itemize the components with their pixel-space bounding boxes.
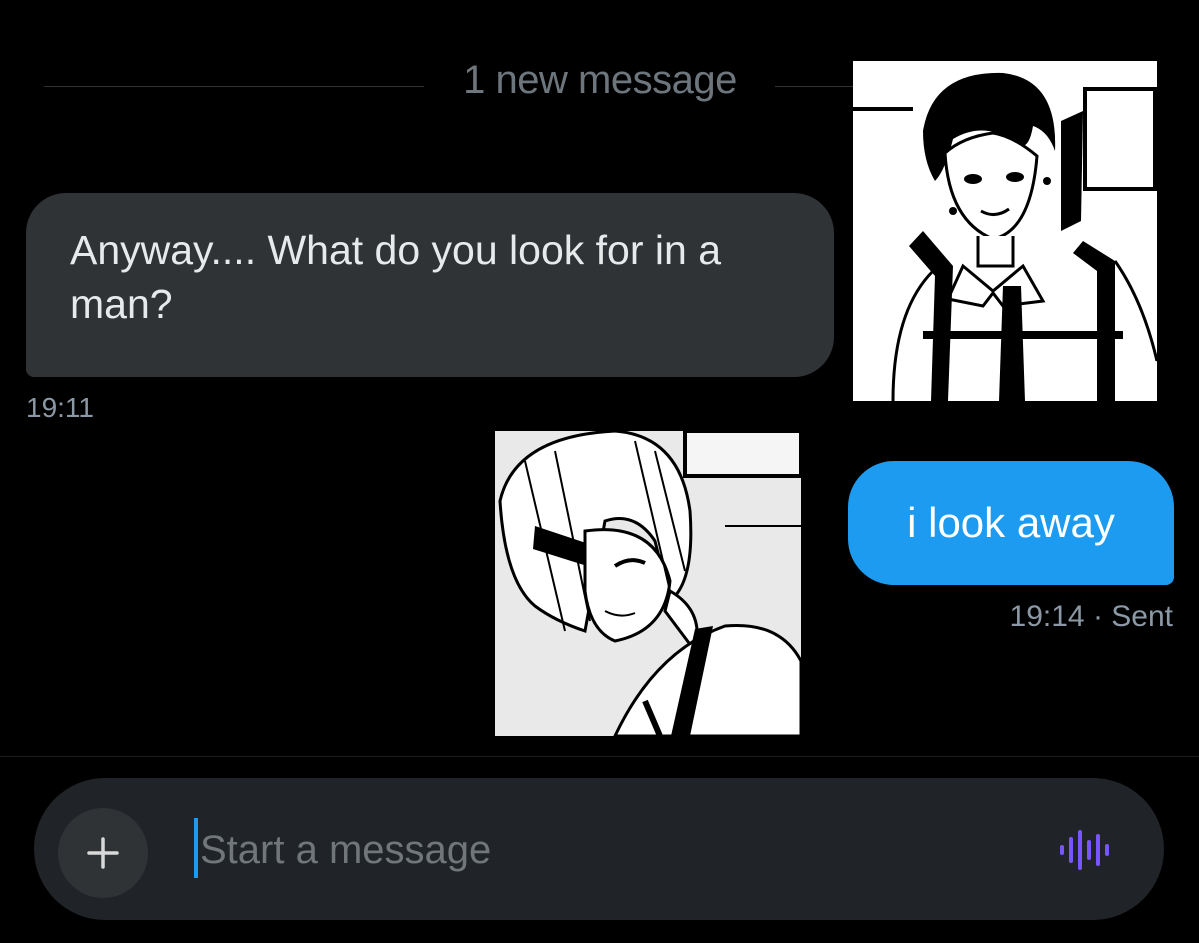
composer-separator	[0, 756, 1199, 757]
outgoing-message-meta: 19:14 · Sent	[1010, 600, 1173, 634]
voice-message-button[interactable]	[1054, 822, 1116, 878]
text-caret	[194, 818, 198, 878]
divider-line-left	[44, 86, 424, 87]
new-message-divider: 1 new message	[463, 58, 737, 102]
message-input[interactable]	[200, 822, 1000, 878]
incoming-message-bubble[interactable]: Anyway.... What do you look for in a man…	[26, 193, 834, 377]
plus-icon	[87, 837, 119, 869]
add-attachment-button[interactable]	[58, 808, 148, 898]
manga-illustration-icon	[853, 61, 1157, 401]
manga-panel-light-haired-woman	[495, 431, 801, 736]
manga-panel-dark-haired-man	[853, 61, 1157, 401]
outgoing-message-bubble[interactable]: i look away	[848, 461, 1174, 585]
outgoing-message-status: · Sent	[1092, 600, 1173, 633]
voice-waveform-icon	[1060, 830, 1109, 870]
incoming-message-time: 19:11	[26, 392, 94, 423]
manga-illustration-icon	[495, 431, 801, 736]
outgoing-message-time: 19:14	[1009, 600, 1085, 633]
